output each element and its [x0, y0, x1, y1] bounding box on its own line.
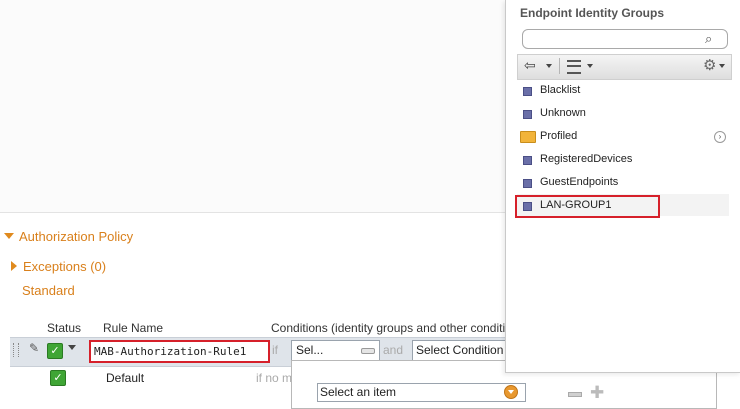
exceptions-link[interactable]: Exceptions (0): [23, 259, 106, 274]
remove-icon[interactable]: [568, 392, 582, 397]
panel-title: Endpoint Identity Groups: [520, 6, 664, 20]
canvas-area: [0, 0, 505, 212]
dropdown-arrow-icon[interactable]: [504, 385, 518, 399]
column-header-rule-name: Rule Name: [103, 321, 164, 335]
search-input[interactable]: [522, 29, 728, 49]
chevron-down-icon[interactable]: [719, 64, 725, 68]
column-header-status: Status: [47, 321, 82, 335]
standard-label: Standard: [22, 283, 75, 298]
expand-arrow-icon[interactable]: [11, 261, 17, 271]
list-item[interactable]: Unknown: [517, 102, 729, 124]
list-item[interactable]: Blacklist: [517, 79, 729, 101]
group-bullet-icon: [523, 179, 532, 188]
toolbar-divider: [559, 58, 560, 74]
chevron-down-icon[interactable]: [546, 64, 552, 68]
rule-name-input[interactable]: MAB-Authorization-Rule1: [89, 340, 270, 363]
default-status-checkbox[interactable]: ✓: [50, 370, 66, 386]
default-conditions: if no m: [256, 371, 293, 385]
condition-select-label: Select Condition: [416, 343, 504, 357]
folder-icon: [520, 131, 536, 143]
default-rule-name: Default: [106, 371, 145, 385]
list-item-label: Blacklist: [540, 84, 581, 96]
list-item[interactable]: Profiled ›: [517, 125, 729, 147]
if-label: if: [272, 343, 278, 357]
select-item-dropdown[interactable]: Select an item: [317, 383, 526, 402]
section-title[interactable]: Authorization Policy: [19, 229, 133, 244]
edit-pencil-icon[interactable]: ✎: [29, 341, 39, 355]
chevron-down-icon[interactable]: [68, 345, 76, 350]
status-checkbox[interactable]: ✓: [47, 343, 63, 359]
list-item[interactable]: GuestEndpoints: [517, 171, 729, 193]
group-bullet-icon: [523, 87, 532, 96]
list-item-label: Profiled: [540, 130, 578, 142]
drag-handle-icon[interactable]: [13, 343, 19, 357]
identity-group-select-label: Sel...: [296, 343, 324, 357]
chevron-down-icon[interactable]: [587, 64, 593, 68]
add-icon[interactable]: ✚: [590, 384, 604, 401]
group-bullet-icon: [523, 110, 532, 119]
back-arrow-icon[interactable]: ⇦: [524, 57, 536, 74]
list-item[interactable]: RegisteredDevices: [517, 148, 729, 170]
collapse-arrow-icon[interactable]: [4, 233, 14, 239]
list-item-label: RegisteredDevices: [540, 153, 633, 165]
selection-highlight: [515, 195, 660, 218]
and-label: and: [383, 343, 404, 357]
minus-icon[interactable]: [361, 348, 375, 354]
group-bullet-icon: [523, 156, 532, 165]
expand-arrow-icon[interactable]: ›: [714, 131, 726, 143]
select-item-label: Select an item: [320, 385, 397, 399]
list-item-label: GuestEndpoints: [540, 176, 619, 188]
gear-icon[interactable]: ⚙: [703, 56, 716, 74]
search-icon[interactable]: ⌕: [705, 31, 712, 47]
list-item-label: Unknown: [540, 107, 586, 119]
list-view-icon[interactable]: [567, 60, 581, 74]
column-header-conditions: Conditions (identity groups and other co…: [271, 321, 505, 335]
